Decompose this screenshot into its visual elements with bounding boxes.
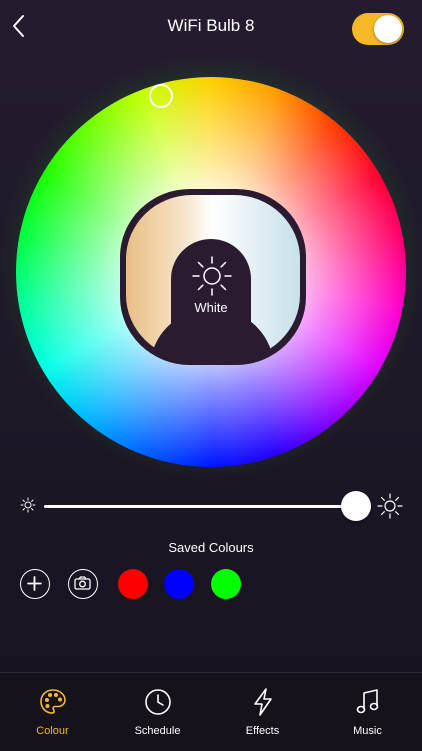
camera-pick-button[interactable] <box>68 569 98 599</box>
sun-small-icon <box>20 497 36 513</box>
brightness-slider[interactable] <box>0 485 422 525</box>
palette-icon <box>40 689 66 714</box>
tab-effects[interactable]: Effects <box>210 673 315 751</box>
saved-swatch-red[interactable] <box>118 569 148 599</box>
brightness-track[interactable] <box>44 505 356 508</box>
saved-colours-title: Saved Colours <box>168 540 254 555</box>
music-note-icon <box>356 689 379 714</box>
tab-bar: Colour Schedule Effects Music <box>0 672 422 751</box>
tab-schedule-label: Schedule <box>134 725 181 737</box>
color-selector-ring[interactable] <box>149 84 173 108</box>
saved-swatch-green[interactable] <box>211 569 241 599</box>
sun-large-icon <box>377 493 403 519</box>
tab-schedule[interactable]: Schedule <box>105 673 210 751</box>
saved-colours-row <box>0 569 422 601</box>
plus-icon <box>27 576 42 591</box>
camera-icon <box>74 576 91 590</box>
saved-swatch-blue[interactable] <box>164 569 194 599</box>
white-mode-label: White <box>194 300 228 315</box>
clock-icon <box>145 689 171 715</box>
tab-colour[interactable]: Colour <box>0 673 105 751</box>
add-colour-button[interactable] <box>20 569 50 599</box>
tab-effects-label: Effects <box>245 725 280 737</box>
sun-icon <box>192 256 232 296</box>
tab-music[interactable]: Music <box>315 673 420 751</box>
header-bar: WiFi Bulb 8 <box>0 0 422 56</box>
toggle-knob <box>374 15 402 43</box>
power-toggle[interactable] <box>352 13 404 45</box>
tab-music-label: Music <box>353 725 382 737</box>
lightning-icon <box>254 688 272 716</box>
brightness-thumb[interactable] <box>341 491 371 521</box>
tab-colour-label: Colour <box>36 725 69 737</box>
